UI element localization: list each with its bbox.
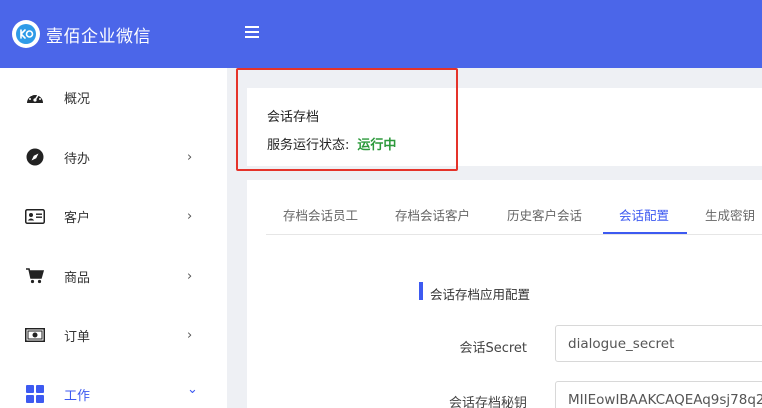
sidebar-item-work[interactable]: 工作 ⌄ [0,374,227,408]
tab-generate-key[interactable]: 生成密钥 [705,205,755,224]
cart-icon [25,266,45,286]
brand[interactable]: 壹佰企业微信 [0,0,227,68]
hamburger-icon[interactable] [245,26,259,40]
section-marker [419,282,423,300]
id-card-icon [25,206,45,226]
dashboard-gauge-icon [25,87,45,107]
ko-logo-icon [12,20,40,48]
config-card: 存档会话员工 存档会话客户 历史客户会话 会话配置 生成密钥 会话存档应用配置 … [247,180,762,408]
sidebar-item-label: 商品 [64,270,91,286]
sidebar-item-label: 工作 [64,388,91,404]
sidebar: 壹佰企业微信 概况 待办 › 客户 › 商品 › 订单 › 工作 ⌄ [0,0,227,408]
chevron-right-icon: › [187,268,193,284]
tab-archived-customers[interactable]: 存档会话客户 [395,205,470,224]
sidebar-item-customers[interactable]: 客户 › [0,196,227,236]
tab-archived-staff[interactable]: 存档会话员工 [283,205,358,224]
compass-icon [25,147,45,167]
sidebar-item-orders[interactable]: 订单 › [0,315,227,355]
chevron-right-icon: › [187,208,193,224]
chevron-down-icon: ⌄ [187,382,198,397]
sidebar-item-label: 待办 [64,151,91,167]
tab-history-sessions[interactable]: 历史客户会话 [507,205,582,224]
secret-input[interactable] [555,325,762,362]
sidebar-item-label: 客户 [64,210,91,226]
tab-session-config[interactable]: 会话配置 [619,205,669,224]
tab-bar: 存档会话员工 存档会话客户 历史客户会话 会话配置 生成密钥 [266,180,762,235]
sidebar-item-overview[interactable]: 概况 [0,77,227,117]
section-title: 会话存档应用配置 [430,287,531,302]
archive-key-label: 会话存档秘钥 [448,396,527,408]
grid-icon [25,384,45,404]
archive-key-input[interactable] [555,381,762,408]
sidebar-item-label: 订单 [64,329,91,345]
app-title: 壹佰企业微信 [46,26,151,47]
sidebar-item-todo[interactable]: 待办 › [0,137,227,177]
chevron-right-icon: › [187,327,193,343]
active-tab-indicator [603,232,687,234]
chevron-right-icon: › [187,149,193,165]
highlight-annotation-box [236,68,458,171]
secret-label: 会话Secret [459,341,527,356]
sidebar-item-products[interactable]: 商品 › [0,256,227,296]
sidebar-item-label: 概况 [64,91,91,107]
money-bill-icon [25,325,45,345]
top-header [227,0,762,68]
